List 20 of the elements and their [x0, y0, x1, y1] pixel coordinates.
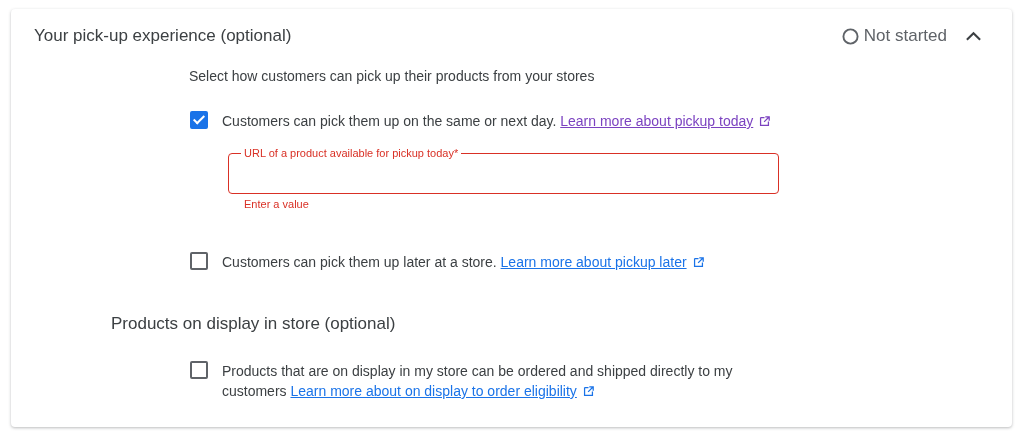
status-circle-icon [841, 27, 859, 45]
status-label: Not started [863, 26, 947, 46]
external-link-icon [759, 116, 771, 127]
section-heading: Products on display in store (optional) [111, 314, 397, 334]
learn-more-link[interactable]: Learn more about on display to order eligibility [290, 383, 577, 399]
option-text: Products that are on display in my store can be ordered and shipped directly to my customers Learn more about on display to order eligibility [222, 362, 734, 401]
error-message: Enter a value [244, 198, 310, 210]
checkbox[interactable] [190, 361, 208, 379]
checkbox[interactable] [190, 111, 208, 129]
checkbox[interactable] [190, 252, 208, 270]
section-title: Your pick-up experience (optional) [34, 26, 292, 46]
external-link-icon [692, 257, 704, 268]
option-text: Customers can pick them up later at a store. Learn more about pickup later [222, 252, 704, 272]
external-link-icon [582, 386, 594, 397]
option-text: Customers can pick them up on the same or next day. Learn more about pickup today [222, 111, 771, 131]
chevron-icon[interactable] [965, 30, 982, 42]
url-input-field[interactable]: URL of a product available for pickup today* [228, 147, 779, 194]
learn-more-link[interactable]: Learn more about pickup today [560, 113, 754, 129]
learn-more-link[interactable]: Learn more about pickup later [500, 254, 687, 270]
intro-text: Select how customers can pick up their products from your stores [189, 68, 596, 84]
